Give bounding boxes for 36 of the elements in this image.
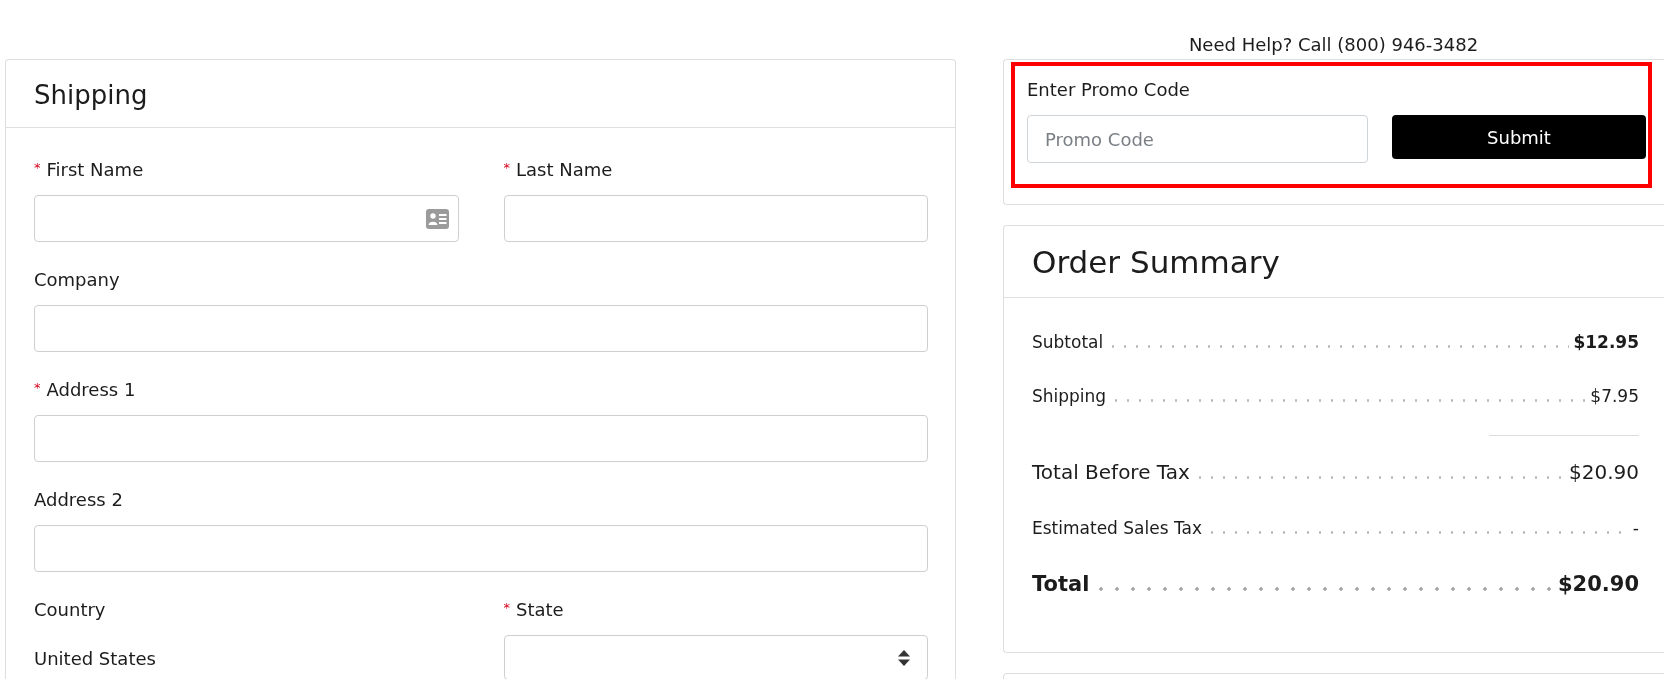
required-mark: * xyxy=(34,159,41,177)
input-field[interactable] xyxy=(503,195,928,242)
input-field[interactable] xyxy=(34,195,459,242)
section-title: Order Summary xyxy=(1032,243,1280,280)
required-mark: * xyxy=(503,599,510,617)
field-label: Company xyxy=(34,268,120,292)
field-label: Last Name xyxy=(516,158,613,182)
summary-label: Total Before Tax xyxy=(1032,459,1190,486)
summary-value: - xyxy=(1632,517,1639,540)
contact-card-icon[interactable] xyxy=(425,208,449,229)
summary-label: Total xyxy=(1032,571,1090,598)
required-mark: * xyxy=(34,379,41,397)
field-label: Country xyxy=(34,598,106,622)
up-down-caret-icon xyxy=(898,649,910,666)
field-label: Address 1 xyxy=(46,378,136,402)
summary-value: $7.95 xyxy=(1590,385,1639,408)
field-label: State xyxy=(516,598,564,622)
summary-label: Shipping xyxy=(1032,385,1107,408)
summary-label: Estimated Sales Tax xyxy=(1032,517,1202,540)
summary-value: $12.95 xyxy=(1573,331,1639,354)
input-field[interactable] xyxy=(34,305,928,352)
summary-value: $20.90 xyxy=(1557,571,1639,598)
summary-label: Subtotal xyxy=(1032,331,1104,354)
field-value: United States xyxy=(34,648,156,669)
required-mark: * xyxy=(503,159,510,177)
section-title: Shipping xyxy=(34,79,148,111)
select-field[interactable] xyxy=(503,635,928,679)
field-label: First Name xyxy=(46,158,144,182)
summary-value: $20.90 xyxy=(1569,459,1639,486)
input-field[interactable] xyxy=(34,415,928,462)
input-field[interactable] xyxy=(34,525,928,572)
help-phone-text: Need Help? Call (800) 946-3482 xyxy=(1187,33,1480,57)
submit-button[interactable]: Submit xyxy=(1392,115,1646,159)
promo-label: Enter Promo Code xyxy=(1027,78,1191,102)
field-label: Address 2 xyxy=(34,488,123,512)
promo-code-input[interactable]: Promo Code xyxy=(1027,115,1368,163)
